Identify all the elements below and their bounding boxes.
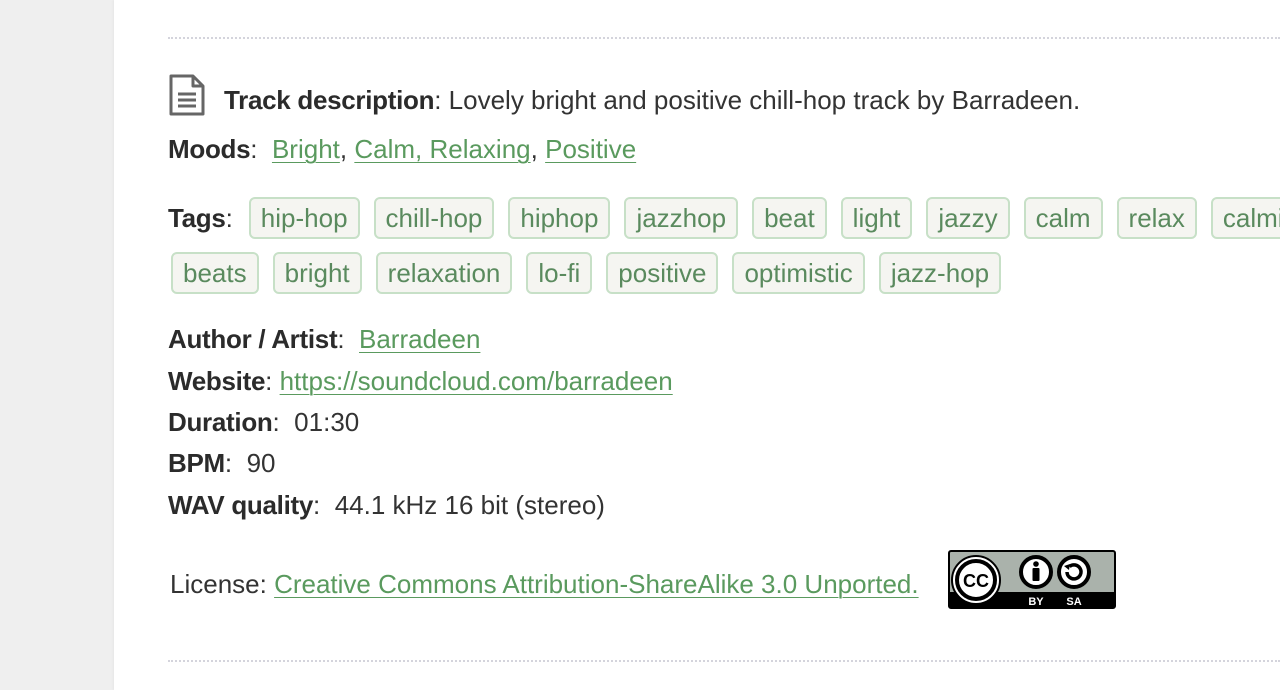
tag[interactable]: positive <box>606 252 719 294</box>
tag[interactable]: calming <box>1210 197 1280 239</box>
duration-row: Duration: 01:30 <box>168 407 360 437</box>
wav-quality-row: WAV quality: 44.1 kHz 16 bit (stereo) <box>168 490 605 520</box>
author-row: Author / Artist: Barradeen <box>168 324 481 354</box>
top-divider <box>168 37 1280 39</box>
license-label: License: <box>170 569 267 599</box>
tag[interactable]: beats <box>171 252 259 294</box>
bpm-row: BPM: 90 <box>168 448 276 478</box>
tags-row: Tags: hip-hop chill-hop hiphop jazzhop b… <box>168 197 1280 239</box>
track-details-page: Track description: Lovely bright and pos… <box>114 0 1280 690</box>
author-label: Author / Artist <box>168 324 338 354</box>
tag[interactable]: optimistic <box>732 252 865 294</box>
track-description-row: Track description: Lovely bright and pos… <box>168 74 1081 121</box>
duration-label: Duration <box>168 407 273 437</box>
sa-text: SA <box>1066 596 1081 608</box>
description-sep: : <box>434 85 442 115</box>
website-label: Website <box>168 366 266 396</box>
mood-link-bright[interactable]: Bright <box>272 134 340 164</box>
bpm-label: BPM <box>168 448 225 478</box>
tag[interactable]: lo-fi <box>526 252 593 294</box>
license-row: License: Creative Commons Attribution-Sh… <box>170 569 919 599</box>
mood-link-calm-relaxing[interactable]: Calm, Relaxing <box>354 134 530 164</box>
duration-value: 01:30 <box>294 407 360 437</box>
tag[interactable]: hip-hop <box>248 197 360 239</box>
tag[interactable]: calm <box>1023 197 1103 239</box>
moods-row: Moods: Bright, Calm, Relaxing, Positive <box>168 134 637 164</box>
website-row: Website: https://soundcloud.com/barradee… <box>168 366 673 396</box>
document-icon <box>168 74 206 116</box>
bottom-divider <box>168 660 1280 662</box>
tags-label: Tags <box>168 203 226 233</box>
tag[interactable]: chill-hop <box>373 197 495 239</box>
bpm-value: 90 <box>246 448 276 478</box>
wav-quality-value: 44.1 kHz 16 bit (stereo) <box>334 490 605 520</box>
author-link[interactable]: Barradeen <box>359 324 480 354</box>
mood-link-positive[interactable]: Positive <box>545 134 636 164</box>
moods-label: Moods <box>168 134 251 164</box>
cc-text: CC <box>963 571 989 591</box>
tags-row-2: beats bright relaxation lo-fi positive o… <box>171 252 1015 294</box>
wav-quality-label: WAV quality <box>168 490 314 520</box>
tag[interactable]: light <box>840 197 913 239</box>
tag[interactable]: bright <box>272 252 362 294</box>
tag[interactable]: relaxation <box>375 252 513 294</box>
tag[interactable]: jazzhop <box>624 197 739 239</box>
description-label: Track description <box>224 85 435 115</box>
cc-by-sa-badge[interactable]: CC BY SA <box>948 550 1116 609</box>
tag[interactable]: jazz-hop <box>878 252 1002 294</box>
tag[interactable]: relax <box>1116 197 1197 239</box>
license-link[interactable]: Creative Commons Attribution-ShareAlike … <box>274 569 919 599</box>
tag[interactable]: hiphop <box>508 197 611 239</box>
description-text: Lovely bright and positive chill-hop tra… <box>448 85 1081 115</box>
tag[interactable]: beat <box>752 197 827 239</box>
by-text: BY <box>1028 596 1044 608</box>
tag[interactable]: jazzy <box>926 197 1010 239</box>
website-link[interactable]: https://soundcloud.com/barradeen <box>280 366 673 396</box>
